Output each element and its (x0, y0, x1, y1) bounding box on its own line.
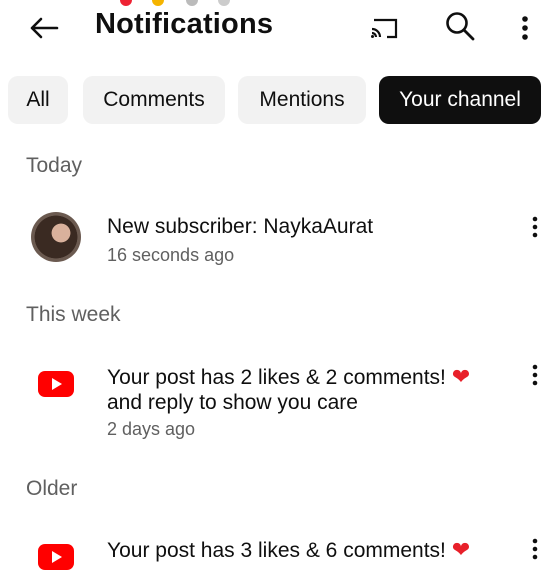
page-title: Notifications (95, 8, 274, 40)
notification-menu-button[interactable] (522, 360, 548, 390)
notification-menu-button[interactable] (522, 212, 548, 242)
more-options-button[interactable] (508, 10, 542, 46)
notification-line: Your post has 2 likes & 2 comments! (107, 366, 446, 389)
notification-line: and reply to show you care (107, 391, 358, 414)
chip-your-channel[interactable]: Your channel (379, 76, 541, 124)
youtube-icon (38, 544, 74, 570)
app-bar: Notifications (0, 0, 560, 56)
cast-icon (371, 18, 398, 39)
chip-mentions[interactable]: Mentions (238, 76, 366, 124)
notification-text: Your post has 2 likes & 2 comments! ❤ (107, 364, 507, 391)
section-header-older: Older (26, 477, 78, 500)
filter-chips: All Comments Mentions Your channel (0, 76, 560, 126)
more-vert-icon (532, 364, 538, 386)
chip-all[interactable]: All (8, 76, 68, 124)
notification-line: Your post has 3 likes & 6 comments! (107, 539, 446, 562)
heart-icon: ❤ (451, 364, 471, 389)
search-button[interactable] (440, 8, 480, 46)
more-vert-icon (532, 216, 538, 238)
back-button[interactable] (24, 10, 64, 46)
avatar (31, 212, 81, 262)
chip-comments[interactable]: Comments (83, 76, 225, 124)
cast-button[interactable] (366, 12, 402, 44)
section-header-today: Today (26, 154, 83, 177)
notification-text: New subscriber: NaykaAurat (107, 215, 374, 238)
youtube-icon (38, 371, 74, 397)
section-header-this-week: This week (26, 303, 121, 326)
notification-time: 2 days ago (107, 419, 196, 439)
more-vert-icon (532, 538, 538, 560)
search-icon (446, 12, 475, 41)
notification-time: 16 seconds ago (107, 245, 235, 265)
back-arrow-icon (30, 17, 59, 39)
more-vert-icon (522, 16, 528, 40)
heart-icon: ❤ (451, 537, 471, 562)
